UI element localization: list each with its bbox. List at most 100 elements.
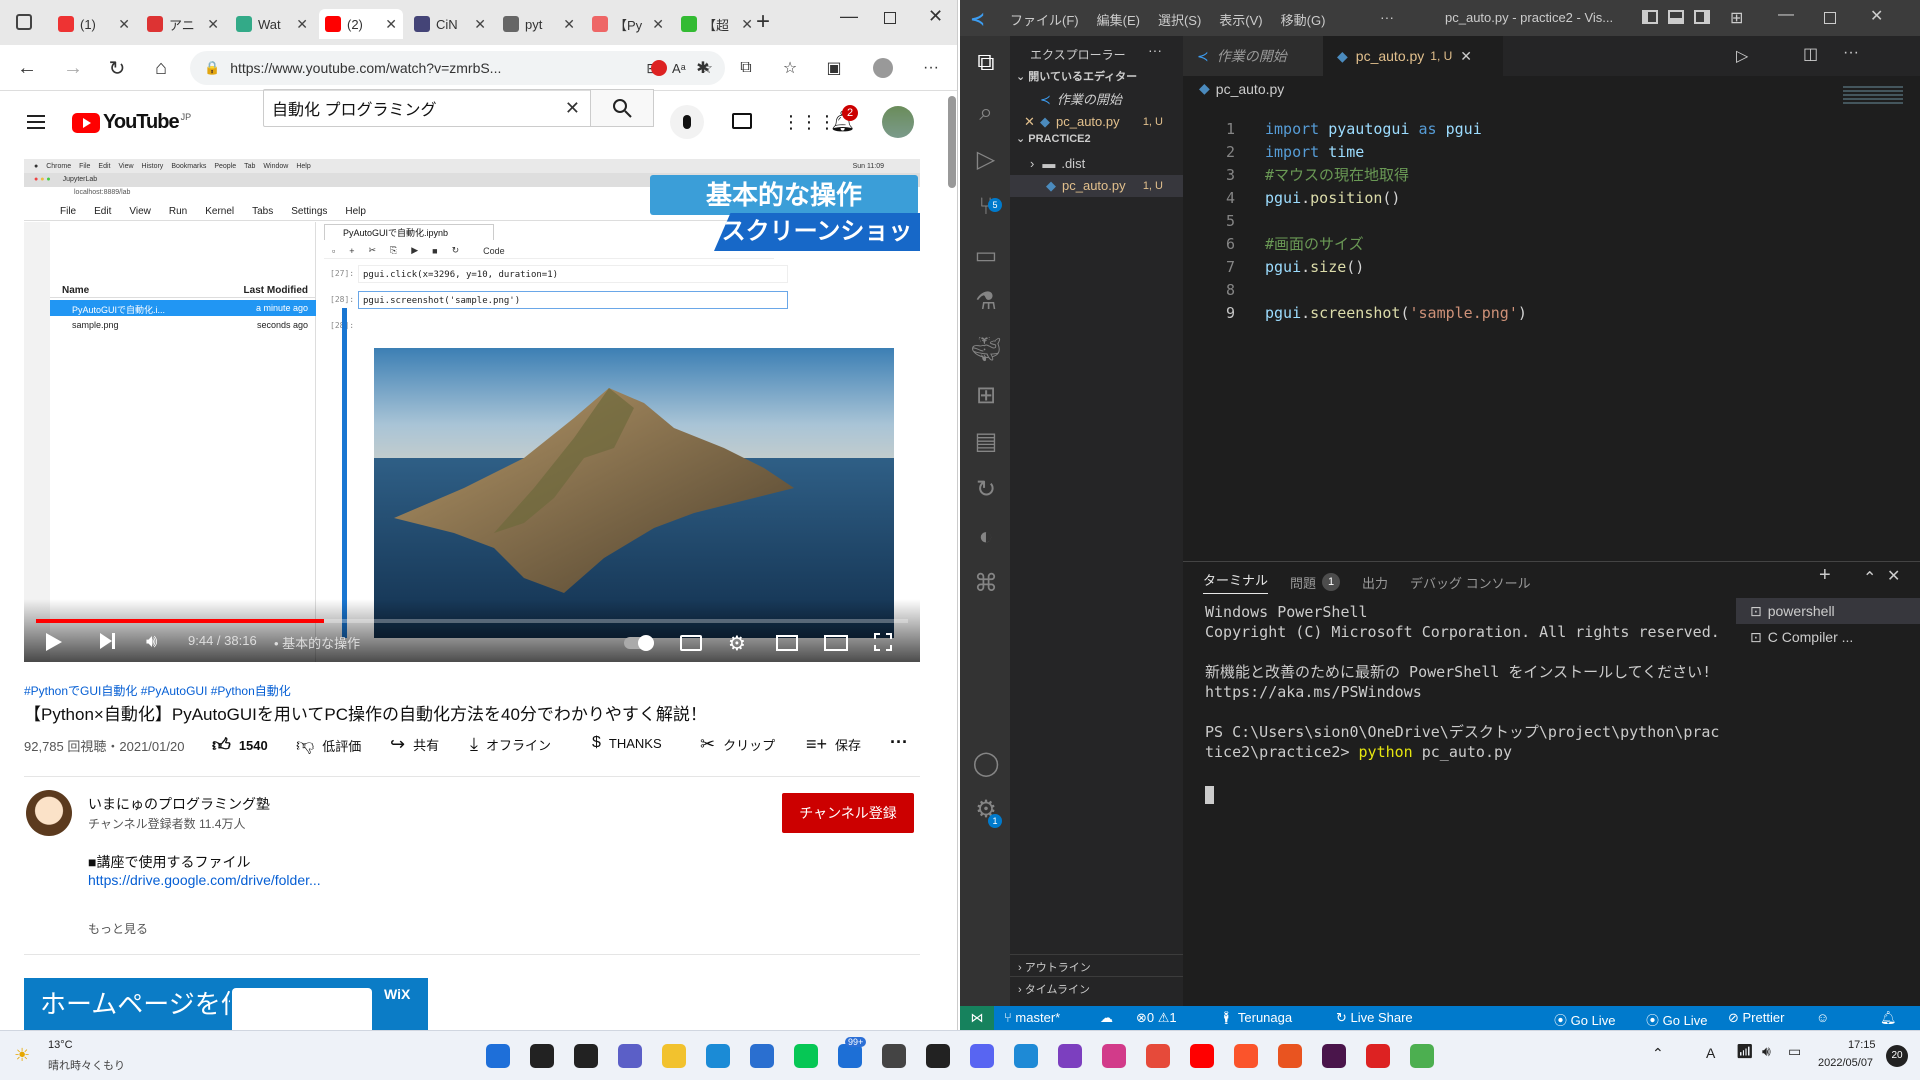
open-editors-header[interactable]: ⌄ 開いているエディター <box>1016 68 1137 84</box>
close-icon[interactable]: ✕ <box>1460 48 1472 65</box>
youtube-search-input[interactable]: 自動化 プログラミング ✕ <box>263 89 591 127</box>
thanks-button[interactable]: $ THANKS <box>592 734 662 752</box>
outline-header[interactable]: › アウトライン <box>1010 954 1183 976</box>
subtitles-icon[interactable] <box>680 635 702 651</box>
terminal-icon[interactable] <box>926 1044 950 1068</box>
terminal-instance[interactable]: ⊡ C Compiler ... <box>1736 624 1920 650</box>
branch-indicator[interactable]: ⑂ master* <box>1004 1010 1060 1025</box>
cell-code[interactable]: pgui.screenshot('sample.png') <box>358 291 788 309</box>
browser-tab[interactable]: pyt ✕ <box>497 9 581 39</box>
browser-tab[interactable]: (1) ✕ <box>52 9 136 39</box>
browser-tab[interactable]: 【超 ✕ <box>675 9 759 39</box>
browser-tab[interactable]: Wat ✕ <box>230 9 314 39</box>
remote-explorer-icon[interactable]: ▭ <box>973 242 999 269</box>
task-view-icon[interactable] <box>574 1044 598 1068</box>
menu-item[interactable]: 編集(E) <box>1097 10 1140 29</box>
layout-icon[interactable]: ⊞ <box>1730 8 1743 28</box>
close-button[interactable]: ✕ <box>928 6 943 27</box>
search-icon[interactable]: ⌕ <box>973 99 999 126</box>
fullscreen-icon[interactable] <box>874 633 892 651</box>
refresh-icon[interactable]: ↻ <box>106 57 128 80</box>
create-video-icon[interactable] <box>732 113 752 129</box>
terminal-icon[interactable]: ▤ <box>973 428 999 455</box>
chrome-icon[interactable] <box>1146 1044 1170 1068</box>
code-editor[interactable]: ≺ 作業の開始 ◆ pc_auto.py 1, U ✕ ▷ ◫ ··· ◆ pc_auto… <box>1183 36 1920 561</box>
mail-icon[interactable] <box>838 1044 862 1068</box>
live-share-icon[interactable]: ↻ <box>973 476 999 503</box>
prettier-button[interactable]: ⊘ Prettier <box>1728 1010 1784 1026</box>
share-button[interactable]: ↪ 共有 <box>390 734 439 755</box>
toggle-secondary-sidebar-icon[interactable] <box>1694 10 1710 24</box>
sync-icon[interactable]: ☁ <box>1100 1010 1113 1026</box>
maximize-button[interactable] <box>884 12 896 24</box>
testing-icon[interactable]: ⚗ <box>973 288 999 315</box>
panel-tab[interactable]: デバッグ コンソール <box>1410 573 1531 592</box>
menu-item[interactable]: ファイル(F) <box>1010 10 1079 29</box>
split-editor-icon[interactable]: ◫ <box>1803 44 1818 64</box>
notebook-tab[interactable]: PyAutoGUIで自動化.ipynb <box>324 224 494 240</box>
more-menu-icon[interactable]: ··· <box>920 57 942 79</box>
code-line[interactable]: 6 #画面のサイズ <box>1183 233 1920 256</box>
wifi-icon[interactable]: 📶︎ <box>1736 1043 1754 1060</box>
url-field[interactable]: 🔒 https://www.youtube.com/watch?v=zmrbS.… <box>190 51 725 85</box>
settings-gear-icon[interactable]: ⚙ <box>728 631 746 656</box>
close-button[interactable]: ✕ <box>1870 6 1883 26</box>
start-icon[interactable] <box>486 1044 510 1068</box>
golive-button-2[interactable]: ⦿ Go Live <box>1646 1010 1707 1029</box>
user-indicator[interactable]: 🕴︎ Terunaga <box>1218 1010 1292 1026</box>
apps-grid-icon[interactable]: ⋮⋮⋮ <box>782 112 836 133</box>
menu-item[interactable]: 選択(S) <box>1158 10 1201 29</box>
editor-tab[interactable]: ◆ pc_auto.py 1, U ✕ <box>1323 36 1503 76</box>
battery-icon[interactable]: ▭ <box>1788 1043 1801 1060</box>
tab-actions-icon[interactable] <box>16 14 32 30</box>
ad-banner[interactable]: ホームページを作成しよう WiX <box>24 978 428 1030</box>
autoplay-toggle[interactable] <box>624 635 654 651</box>
file-row[interactable]: sample.png seconds ago <box>50 317 316 333</box>
edge-tools-icon[interactable]: ◐ <box>973 523 999 550</box>
tab-close-icon[interactable]: ✕ <box>207 16 219 33</box>
profile-avatar[interactable] <box>872 57 894 79</box>
toggle-sidebar-icon[interactable] <box>1642 10 1658 24</box>
close-icon[interactable]: ✕ <box>1024 111 1035 133</box>
more-menus-icon[interactable]: ··· <box>1380 9 1394 25</box>
run-icon[interactable]: ▷ <box>1736 46 1748 66</box>
store-icon[interactable] <box>750 1044 774 1068</box>
minimap[interactable] <box>1843 86 1903 106</box>
menu-item[interactable]: 表示(V) <box>1219 10 1262 29</box>
clip-button[interactable]: ✂ クリップ <box>700 734 775 755</box>
weather-icon[interactable]: ☀ <box>14 1045 30 1066</box>
snipping-icon[interactable] <box>1102 1044 1126 1068</box>
code-line[interactable]: 9 pgui.screenshot('sample.png') <box>1183 302 1920 325</box>
clock-time[interactable]: 17:15 <box>1848 1039 1876 1051</box>
next-button[interactable] <box>100 633 118 651</box>
code-line[interactable]: 7 pgui.size() <box>1183 256 1920 279</box>
more-actions-icon[interactable]: ··· <box>890 732 908 753</box>
tab-close-icon[interactable]: ✕ <box>652 16 664 33</box>
home-icon[interactable]: ⌂ <box>150 57 172 79</box>
menu-item[interactable]: 移動(G) <box>1281 10 1326 29</box>
play-button[interactable] <box>46 633 62 651</box>
ime-indicator[interactable]: A <box>1706 1045 1715 1061</box>
photos-icon[interactable] <box>882 1044 906 1068</box>
chapter-label[interactable]: • 基本的な操作 <box>274 633 360 652</box>
golive-button-1[interactable]: ⦿ Go Live <box>1554 1010 1615 1029</box>
read-aloud-icon[interactable]: Aᵃ <box>672 61 686 76</box>
app-green-icon[interactable] <box>1410 1044 1434 1068</box>
show-more-button[interactable]: もっと見る <box>88 920 148 937</box>
description-link[interactable]: https://drive.google.com/drive/folder... <box>88 872 321 888</box>
remote-indicator[interactable]: ⋈ <box>960 1006 994 1030</box>
ubuntu-icon[interactable] <box>1278 1044 1302 1068</box>
code-line[interactable]: 3 #マウスの現在地取得 <box>1183 164 1920 187</box>
notification-count[interactable]: 20 <box>1886 1045 1908 1067</box>
panel-tab[interactable]: 出力 <box>1362 573 1388 592</box>
cell-code[interactable]: pgui.click(x=3296, y=10, duration=1) <box>358 265 788 283</box>
editor-tab[interactable]: ≺ 作業の開始 <box>1183 36 1323 76</box>
browser-scrollbar[interactable] <box>948 96 956 188</box>
accounts-icon[interactable]: ◯ <box>973 750 1000 777</box>
account-avatar[interactable] <box>882 106 914 138</box>
tab-close-icon[interactable]: ✕ <box>563 16 575 33</box>
channel-avatar[interactable] <box>26 790 72 836</box>
offline-button[interactable]: ⤓ オフライン <box>470 734 551 755</box>
terminal-output[interactable]: Windows PowerShell Copyright (C) Microsof… <box>1205 602 1720 762</box>
youtube-search-button[interactable] <box>590 89 654 127</box>
